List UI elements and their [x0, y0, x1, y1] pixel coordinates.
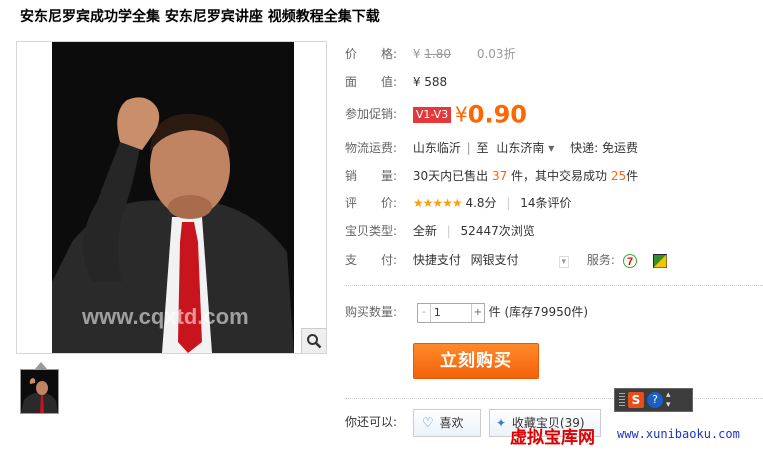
pin-icon: ✦ — [496, 416, 507, 430]
payment-method-bank: 网银支付 — [470, 253, 519, 267]
promo-row: 参加促销: V1-V3 ¥0.90 — [345, 100, 527, 129]
payment-row: 支 付: 快捷支付 网银支付 ▾ 服务: 7 — [345, 250, 667, 270]
discount-text: 0.03折 — [476, 47, 516, 61]
face-value-row: 面 值: ¥ 588 — [345, 72, 447, 92]
drag-handle-icon[interactable] — [619, 393, 625, 407]
quantity-increase-button[interactable]: + — [470, 303, 484, 322]
price-label: 价 格: — [345, 47, 398, 61]
also-label-row: 你还可以: — [345, 412, 397, 432]
view-count: 52447次浏览 — [460, 224, 535, 238]
image-watermark: www.cqxtd.com — [82, 304, 249, 329]
success-count: 25 — [610, 169, 627, 183]
service-label: 服务: — [586, 253, 615, 267]
promo-price: 0.90 — [467, 100, 527, 129]
quantity-stepper[interactable]: - 1 + — [416, 302, 485, 323]
original-price: 1.80 — [424, 47, 452, 61]
shipping-row: 物流运费: 山东临沂 | 至 山东济南 ▾ 快递: 免运费 — [345, 138, 638, 158]
sales-row: 销 量: 30天内已售出 37 件，其中交易成功 25件 — [345, 166, 638, 186]
item-type-row: 宝贝类型: 全新 | 52447次浏览 — [345, 221, 535, 241]
price-row: 价 格: ¥ 1.80 0.03折 — [345, 44, 516, 64]
site-watermark-name: 虚拟宝库网 — [510, 428, 595, 448]
payment-more-icon[interactable]: ▾ — [558, 256, 570, 268]
sales-label: 销 量: — [345, 169, 398, 183]
face-value: ¥ 588 — [412, 75, 448, 89]
site-watermark-url: www.xunibaoku.com — [617, 427, 740, 441]
chevron-down-icon: ▾ — [548, 141, 555, 155]
guarantee-icon[interactable] — [652, 253, 667, 268]
sold-count: 37 — [491, 169, 508, 183]
page-title: 安东尼罗宾成功学全集 安东尼罗宾讲座 视频教程全集下载 — [20, 9, 380, 25]
zoom-icon[interactable] — [301, 328, 326, 353]
section-divider — [345, 285, 763, 286]
buy-now-button[interactable]: 立刻购买 — [413, 343, 539, 379]
ship-to-prefix: 至 — [476, 141, 489, 155]
seven-day-return-icon[interactable]: 7 — [622, 253, 637, 268]
rating-label: 评 价: — [345, 196, 398, 210]
star-rating-icon: ★★★★★ — [412, 196, 463, 210]
ship-to-select[interactable]: 山东济南 ▾ — [496, 141, 554, 155]
like-button[interactable]: ♡ 喜欢 — [413, 409, 481, 437]
thumbnail-pointer-icon — [35, 362, 47, 369]
express-fee: 快递: 免运费 — [570, 141, 638, 155]
currency-symbol: ¥ — [412, 47, 421, 61]
heart-icon: ♡ — [422, 416, 434, 431]
quantity-row: 购买数量: - 1 + 件 (库存79950件) — [345, 302, 589, 323]
shipping-label: 物流运费: — [345, 141, 398, 155]
rating-row: 评 价: ★★★★★ 4.8分 | 14条评价 — [345, 193, 572, 213]
sogou-logo-icon[interactable]: S — [628, 392, 644, 408]
item-type-label: 宝贝类型: — [345, 224, 398, 238]
main-product-image[interactable]: www.cqxtd.com — [16, 41, 327, 354]
quantity-input[interactable]: 1 — [434, 304, 441, 322]
vip-badge: V1-V3 — [412, 106, 452, 123]
quantity-label: 购买数量: — [345, 305, 398, 319]
also-label: 你还可以: — [345, 415, 398, 429]
sales-text-3: 件 — [626, 169, 639, 183]
quantity-unit: 件 — [488, 305, 501, 319]
promo-label: 参加促销: — [345, 107, 398, 121]
rating-score: 4.8分 — [465, 196, 497, 210]
stock-count: (库存79950件) — [504, 305, 589, 319]
sales-text-1: 30天内已售出 — [412, 169, 489, 183]
product-photo: www.cqxtd.com — [52, 42, 294, 353]
item-condition: 全新 — [412, 224, 437, 238]
ship-from: 山东临沂 — [412, 141, 461, 155]
section-divider-2 — [345, 398, 763, 399]
sales-text-2: 件，其中交易成功 — [511, 169, 608, 183]
ime-toolbar[interactable]: S ? ▴ ▾ — [614, 388, 693, 412]
face-value-label: 面 值: — [345, 75, 398, 89]
thumbnail-image[interactable] — [20, 369, 59, 414]
payment-method-quick: 快捷支付 — [412, 253, 461, 267]
review-count-link[interactable]: 14条评价 — [520, 196, 571, 210]
help-icon[interactable]: ? — [647, 392, 663, 408]
payment-label: 支 付: — [345, 253, 398, 267]
svg-text:7: 7 — [627, 256, 633, 268]
promo-currency: ¥ — [455, 102, 468, 127]
chevron-down-icon[interactable]: ▴ ▾ — [666, 390, 671, 410]
quantity-decrease-button[interactable]: - — [418, 303, 431, 322]
